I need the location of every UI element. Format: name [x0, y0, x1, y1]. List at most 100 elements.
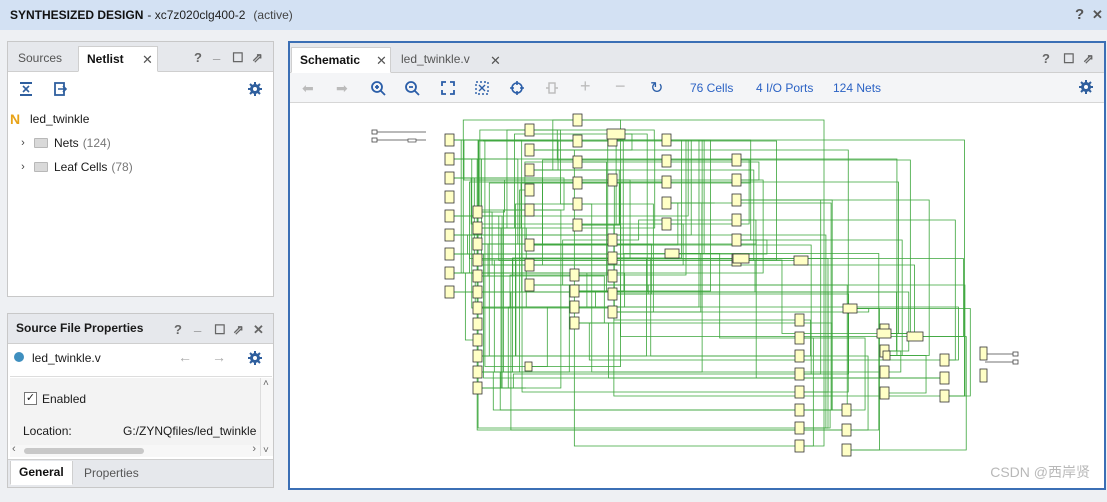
net-wire: [482, 133, 607, 229]
netlist-tabstrip: Sources Netlist ✕ ? _ ☐ ⇗: [8, 42, 273, 72]
schematic-canvas[interactable]: CSDN @西岸贤: [290, 104, 1104, 488]
settings-gear-icon[interactable]: [245, 79, 265, 99]
close-icon[interactable]: ✕: [1092, 7, 1103, 23]
nets-count-link[interactable]: 124 Nets: [833, 81, 881, 95]
forward-arrow-icon[interactable]: →: [210, 348, 228, 366]
logic-cell: [607, 269, 618, 283]
maximize-icon[interactable]: ☐: [214, 322, 226, 338]
schematic-panel: Schematic ✕ led_twinkle.v ✕ ? ☐ ⇗ ⬅ ➡ + …: [288, 41, 1106, 490]
logic-cell: [472, 269, 483, 283]
net-wire: [804, 409, 842, 429]
net-wire: [525, 284, 966, 397]
close-tab-icon[interactable]: ✕: [490, 53, 501, 69]
enabled-label: Enabled: [42, 392, 87, 406]
tab-properties[interactable]: Properties: [76, 461, 147, 487]
cells-count-link[interactable]: 76 Cells: [690, 81, 733, 95]
tree-root[interactable]: N led_twinkle: [10, 109, 89, 129]
close-icon[interactable]: ✕: [253, 322, 264, 338]
logic-cell: [607, 251, 618, 265]
tab-sources[interactable]: Sources: [10, 46, 70, 72]
horizontal-scrollbar[interactable]: ‹ ›: [10, 443, 260, 457]
help-icon[interactable]: ?: [174, 322, 182, 337]
netlist-panel: Sources Netlist ✕ ? _ ☐ ⇗ N led_twinkle …: [7, 41, 274, 297]
minimize-icon[interactable]: _: [194, 318, 201, 333]
net-wire: [445, 139, 692, 236]
design-state: (active): [253, 8, 293, 22]
enabled-checkbox[interactable]: ✓: [24, 392, 37, 405]
logic-cell: [569, 268, 580, 282]
collapse-all-icon[interactable]: [16, 79, 36, 99]
logic-cell: [444, 171, 455, 185]
maximize-icon[interactable]: ☐: [232, 50, 244, 66]
back-arrow-icon[interactable]: ←: [176, 348, 194, 366]
logic-cell: [607, 233, 618, 247]
flatten-icon[interactable]: [50, 79, 70, 99]
fit-selection-icon[interactable]: [474, 80, 490, 99]
net-wire: [608, 253, 702, 313]
collapse-icon[interactable]: −: [615, 76, 626, 97]
refresh-icon[interactable]: ↻: [650, 78, 663, 98]
logic-cell: [524, 238, 535, 252]
location-value: G:/ZYNQfiles/led_twinkle: [123, 424, 257, 438]
tab-general[interactable]: General: [10, 461, 73, 485]
scroll-thumb[interactable]: [24, 448, 144, 454]
logic-cell: [472, 317, 483, 331]
output-buffer: [979, 346, 988, 361]
folder-icon: [34, 162, 48, 172]
settings-gear-icon[interactable]: [246, 349, 264, 367]
logic-cell: [444, 247, 455, 261]
logic-cell: [794, 349, 805, 363]
schematic-diagram[interactable]: [290, 104, 1104, 488]
settings-gear-icon[interactable]: [1078, 79, 1094, 98]
back-arrow-icon[interactable]: ⬅: [302, 80, 314, 97]
zoom-out-icon[interactable]: [404, 80, 420, 99]
close-tab-icon[interactable]: ✕: [376, 53, 387, 69]
scroll-up-icon[interactable]: ˄: [263, 378, 269, 389]
forward-arrow-icon[interactable]: ➡: [336, 80, 348, 97]
watermark: CSDN @西岸贤: [990, 464, 1090, 480]
logic-cell: [444, 190, 455, 204]
chevron-right-icon[interactable]: ›: [16, 161, 30, 173]
net-wire: [482, 373, 795, 389]
logic-cell: [661, 133, 672, 147]
logic-cell: [444, 209, 455, 223]
logic-cell: [879, 365, 890, 379]
logic-cell: [524, 123, 535, 137]
logic-cell: [572, 134, 583, 148]
schematic-toolbar: ⬅ ➡ + − ↻ 76 Cells 4 I/O Ports 124 Nets: [290, 73, 1104, 103]
net-wire: [570, 139, 711, 292]
scroll-left-icon[interactable]: ‹: [12, 443, 16, 455]
tree-item-nets[interactable]: › Nets (124): [16, 133, 111, 153]
logic-cell: [472, 365, 483, 379]
regenerate-icon[interactable]: [544, 80, 560, 99]
tree-item-leaf-cells[interactable]: › Leaf Cells (78): [16, 157, 133, 177]
close-tab-icon[interactable]: ✕: [142, 52, 153, 68]
expand-icon[interactable]: +: [580, 76, 591, 97]
net-wire: [525, 169, 755, 261]
logic-cell: [444, 152, 455, 166]
float-icon[interactable]: ⇗: [233, 322, 244, 338]
logic-cell: [607, 287, 618, 301]
help-icon[interactable]: ?: [194, 50, 202, 65]
float-icon[interactable]: ⇗: [1083, 51, 1094, 67]
logic-cell: [731, 193, 742, 207]
chevron-right-icon[interactable]: ›: [16, 137, 30, 149]
logic-cell: [472, 253, 483, 267]
scroll-right-icon[interactable]: ›: [252, 443, 256, 455]
design-title: SYNTHESIZED DESIGN: [10, 8, 144, 22]
zoom-in-icon[interactable]: [370, 80, 386, 99]
help-icon[interactable]: ?: [1042, 51, 1050, 66]
tab-led-twinkle-v[interactable]: led_twinkle.v: [393, 47, 478, 73]
net-wire: [617, 219, 732, 241]
vertical-scrollbar[interactable]: ˄ ˅: [260, 378, 273, 456]
float-icon[interactable]: ⇗: [252, 50, 263, 66]
logic-cell: [607, 173, 618, 187]
auto-fit-target-icon[interactable]: [509, 80, 525, 99]
io-ports-link[interactable]: 4 I/O Ports: [756, 81, 813, 95]
scroll-down-icon[interactable]: ˅: [263, 445, 269, 456]
minimize-icon[interactable]: _: [213, 46, 220, 61]
fit-view-icon[interactable]: [440, 80, 456, 99]
net-wire: [473, 275, 605, 324]
maximize-icon[interactable]: ☐: [1063, 51, 1075, 67]
help-icon[interactable]: ?: [1075, 6, 1084, 23]
